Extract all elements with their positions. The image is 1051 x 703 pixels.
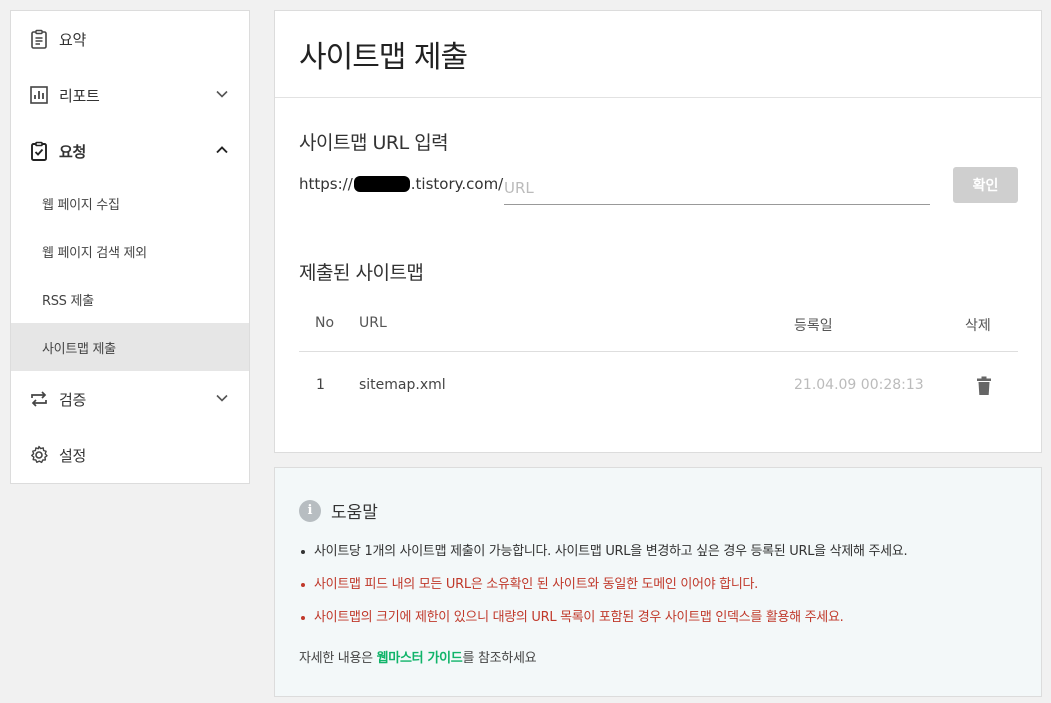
help-box: i 도움말 사이트당 1개의 사이트맵 제출이 가능합니다. 사이트맵 URL을… (274, 467, 1042, 697)
sidebar-item-label: 요청 (59, 142, 87, 161)
help-footer-before: 자세한 내용은 (299, 651, 377, 666)
submitted-section-title: 제출된 사이트맵 (299, 262, 424, 284)
sidebar-subitem-label: RSS 제출 (42, 293, 94, 309)
input-section-title: 사이트맵 URL 입력 (299, 132, 449, 154)
help-footer: 자세한 내용은 웹마스터 가이드를 참조하세요 (299, 647, 537, 666)
help-bullet-warning: 사이트맵 피드 내의 모든 URL은 소유확인 된 사이트와 동일한 도메인 이… (301, 575, 1031, 608)
sidebar-item-label: 검증 (59, 390, 87, 409)
row-date: 21.04.09 00:28:13 (794, 377, 924, 393)
info-icon: i (299, 499, 321, 522)
webmaster-guide-link[interactable]: 웹마스터 가이드 (377, 651, 463, 666)
sidebar-subitem-page-collect[interactable]: 웹 페이지 수집 (11, 179, 249, 227)
panel-header: 사이트맵 제출 (275, 11, 1041, 98)
sidebar-subitem-rss-submit[interactable]: RSS 제출 (11, 275, 249, 323)
column-header-date: 등록일 (794, 318, 833, 334)
row-no: 1 (316, 377, 325, 393)
sidebar-subitem-label: 사이트맵 제출 (42, 341, 116, 357)
page-title: 사이트맵 제출 (299, 40, 468, 75)
sidebar-subitem-label: 웹 페이지 검색 제외 (42, 245, 147, 261)
row-url: sitemap.xml (359, 377, 446, 393)
sitemap-url-input[interactable] (504, 171, 930, 205)
sidebar-item-label: 요약 (59, 30, 87, 49)
swap-arrows-icon (29, 389, 49, 409)
sidebar-item-request[interactable]: 요청 (11, 123, 249, 179)
trash-icon[interactable] (976, 376, 992, 396)
sidebar-item-label: 설정 (59, 446, 87, 465)
clipboard-icon (29, 29, 49, 49)
column-header-url: URL (359, 315, 387, 331)
url-prefix: https:// .tistory.com/ (299, 175, 503, 193)
help-bullet-warning: 사이트맵의 크기에 제한이 있으니 대량의 URL 목록이 포함된 경우 사이트… (301, 608, 1031, 641)
gear-icon (29, 445, 49, 465)
sidebar-item-settings[interactable]: 설정 (11, 427, 249, 483)
sidebar-subitem-sitemap-submit[interactable]: 사이트맵 제출 (11, 323, 249, 371)
column-header-no: No (315, 315, 335, 331)
sidebar-item-verify[interactable]: 검증 (11, 371, 249, 427)
help-title: i 도움말 (299, 498, 378, 523)
help-footer-after: 를 참조하세요 (462, 651, 537, 666)
sidebar-item-summary[interactable]: 요약 (11, 11, 249, 67)
chevron-up-icon (215, 143, 229, 157)
redacted-blog-name (353, 176, 410, 192)
help-list: 사이트당 1개의 사이트맵 제출이 가능합니다. 사이트맵 URL을 변경하고 … (301, 542, 1031, 641)
sidebar-item-report[interactable]: 리포트 (11, 67, 249, 123)
clipboard-check-icon (29, 141, 49, 161)
help-title-text: 도움말 (331, 503, 378, 523)
help-bullet: 사이트당 1개의 사이트맵 제출이 가능합니다. 사이트맵 URL을 변경하고 … (301, 542, 1031, 575)
sidebar-item-label: 리포트 (59, 86, 100, 105)
sidebar-subitem-page-exclude[interactable]: 웹 페이지 검색 제외 (11, 227, 249, 275)
chevron-down-icon (215, 391, 229, 405)
url-prefix-end: .tistory.com/ (410, 175, 504, 193)
sidebar: 요약 리포트 요청 웹 페이지 수집 웹 페이지 검색 제외 RSS 제출 사이… (10, 10, 250, 484)
sitemap-panel: 사이트맵 제출 사이트맵 URL 입력 https:// .tistory.co… (274, 10, 1042, 453)
table-divider (299, 351, 1018, 352)
url-prefix-start: https:// (299, 175, 353, 193)
confirm-button[interactable]: 확인 (953, 167, 1018, 203)
sidebar-subitem-label: 웹 페이지 수집 (42, 197, 120, 213)
bar-chart-icon (29, 85, 49, 105)
column-header-delete: 삭제 (965, 318, 991, 334)
chevron-down-icon (215, 87, 229, 101)
